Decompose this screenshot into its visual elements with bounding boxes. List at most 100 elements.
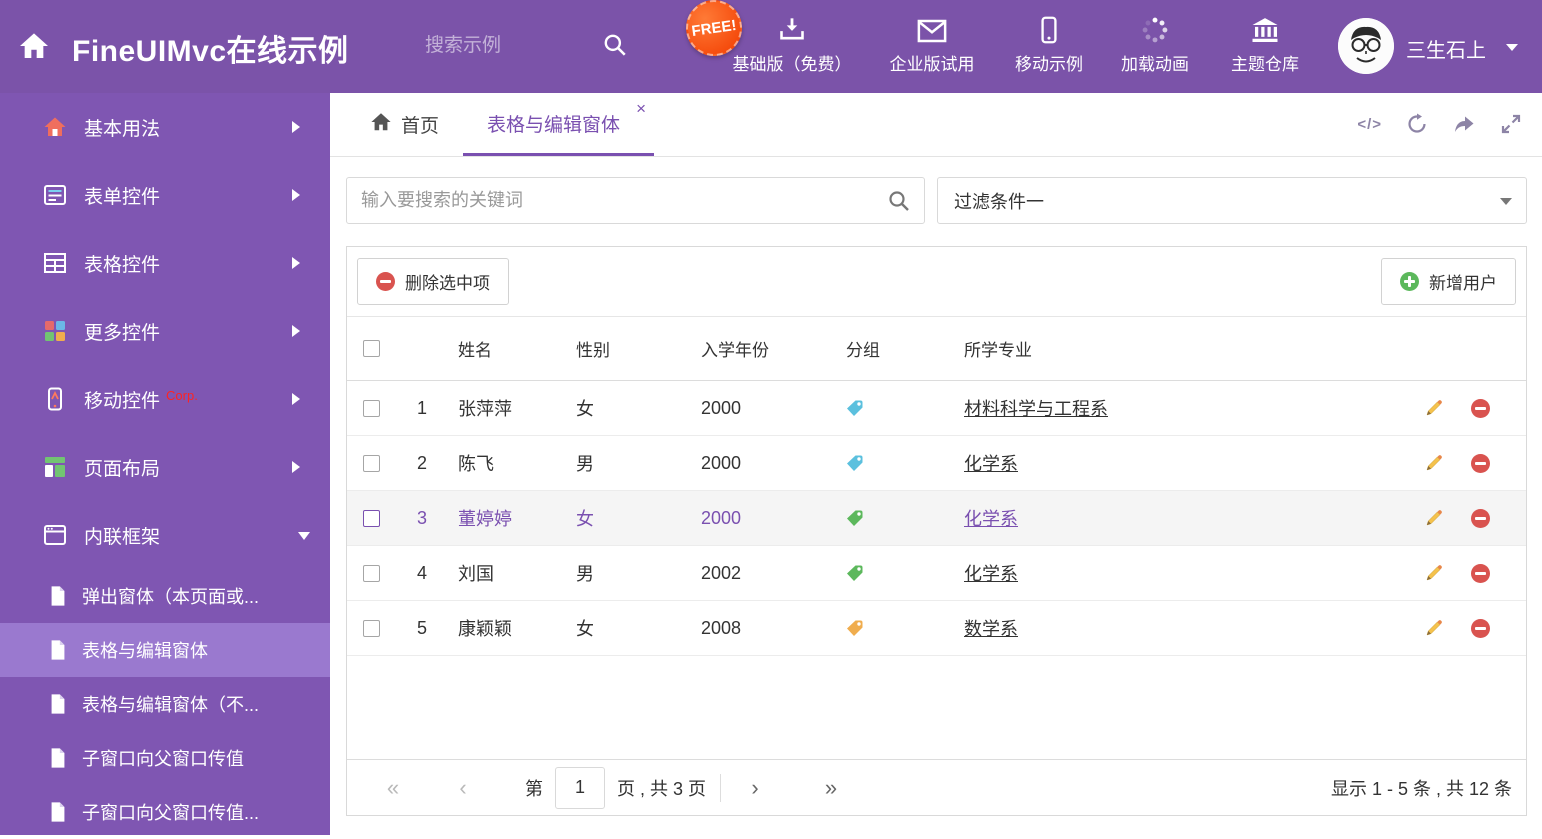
sidebar-subitem-grid-edit-window-2[interactable]: 表格与编辑窗体（不... (0, 677, 330, 731)
nav-label: 企业版试用 (889, 55, 975, 74)
select-all-checkbox[interactable] (362, 340, 380, 357)
sidebar-subitem-grid-edit-window[interactable]: 表格与编辑窗体 (0, 623, 330, 677)
page-number-input[interactable] (555, 766, 605, 809)
nav-label: 加载动画 (1121, 55, 1189, 74)
download-icon (777, 14, 807, 44)
tag-icon[interactable] (845, 399, 864, 418)
table-row: 1 张萍萍 女 2000 材料科学与工程系 (347, 381, 1526, 436)
sidebar-subitem-child-to-parent-2[interactable]: 子窗口向父窗口传值... (0, 785, 330, 839)
filter-dropdown[interactable]: 过滤条件一 (937, 177, 1527, 224)
next-page-button[interactable]: › (737, 776, 773, 799)
mobile-icon (1040, 14, 1058, 44)
sidebar-item-grid-controls[interactable]: 表格控件 (0, 229, 330, 297)
table-row-selected: 3 董婷婷 女 2000 化学系 (347, 491, 1526, 546)
row-checkbox[interactable] (362, 564, 380, 582)
table-empty-space (347, 656, 1526, 759)
sidebar: 基本用法 表单控件 表格控件 更多控件 移动控件 Corp. 页面布局 内联框架… (0, 93, 330, 835)
file-icon (48, 747, 68, 769)
close-icon[interactable]: × (636, 100, 646, 117)
chevron-right-icon (292, 325, 306, 337)
header-nav-theme-store[interactable]: 主题仓库 (1218, 14, 1312, 75)
sidebar-item-form-controls[interactable]: 表单控件 (0, 161, 330, 229)
nav-label: 主题仓库 (1231, 55, 1299, 74)
file-icon (48, 639, 68, 661)
table-row: 2 陈飞 男 2000 化学系 (347, 436, 1526, 491)
bank-icon (1250, 14, 1280, 44)
chevron-right-icon (292, 121, 306, 133)
expand-icon[interactable] (1500, 113, 1522, 135)
tag-icon[interactable] (845, 564, 864, 583)
sidebar-subitem-child-to-parent[interactable]: 子窗口向父窗口传值 (0, 731, 330, 785)
row-checkbox[interactable] (362, 619, 380, 637)
chevron-down-icon (1500, 198, 1512, 211)
sidebar-item-iframe[interactable]: 内联框架 (0, 501, 330, 569)
row-checkbox[interactable] (362, 509, 380, 527)
delete-row-icon[interactable] (1471, 563, 1490, 583)
col-name: 姓名 (458, 341, 492, 360)
delete-row-icon[interactable] (1471, 618, 1490, 638)
edit-icon[interactable] (1424, 563, 1444, 583)
last-page-button[interactable]: » (813, 776, 849, 799)
header-nav-enterprise-trial[interactable]: 企业版试用 (872, 14, 992, 75)
header-search-input[interactable] (425, 24, 595, 68)
first-page-button[interactable]: « (375, 776, 411, 799)
major-link[interactable]: 化学系 (964, 564, 1018, 584)
nav-label: 移动示例 (1015, 55, 1083, 74)
header-nav-loading-animation[interactable]: 加载动画 (1112, 14, 1198, 75)
user-name[interactable]: 三生石上 (1406, 34, 1486, 63)
home-icon (370, 111, 392, 139)
table-row: 4 刘国 男 2002 化学系 (347, 546, 1526, 601)
header-nav-mobile-demo[interactable]: 移动示例 (1006, 14, 1092, 75)
tag-icon[interactable] (845, 454, 864, 473)
sidebar-item-more-controls[interactable]: 更多控件 (0, 297, 330, 365)
edit-icon[interactable] (1424, 453, 1444, 473)
refresh-icon[interactable] (1406, 113, 1428, 135)
prev-page-button[interactable]: ‹ (445, 776, 481, 799)
col-major: 所学专业 (964, 341, 1032, 360)
home-icon[interactable] (18, 30, 50, 67)
chevron-down-icon[interactable] (1506, 44, 1518, 57)
corp-badge: Corp. (166, 387, 198, 403)
delete-row-icon[interactable] (1471, 398, 1490, 418)
tab-home[interactable]: 首页 (346, 93, 463, 156)
tag-icon[interactable] (845, 619, 864, 638)
avatar[interactable] (1338, 18, 1394, 74)
delete-selected-button[interactable]: 删除选中项 (357, 258, 509, 305)
major-link[interactable]: 化学系 (964, 454, 1018, 474)
sidebar-item-mobile-controls[interactable]: 移动控件 Corp. (0, 365, 330, 433)
tab-bar: 首页 表格与编辑窗体 × </> (330, 93, 1542, 157)
row-checkbox[interactable] (362, 454, 380, 472)
form-icon (42, 182, 68, 208)
page-label-before: 第 (525, 778, 543, 799)
edit-icon[interactable] (1424, 398, 1444, 418)
major-link[interactable]: 数学系 (964, 619, 1018, 639)
table-header: 姓名 性别 入学年份 分组 所学专业 (347, 317, 1526, 381)
delete-row-icon[interactable] (1471, 508, 1490, 528)
keyword-search-input[interactable] (347, 178, 924, 223)
sidebar-subitem-popup-window[interactable]: 弹出窗体（本页面或... (0, 569, 330, 623)
pagination-bar: « ‹ 第 页 , 共 3 页 › » 显示 1 - 5 条 , 共 12 条 (347, 759, 1526, 815)
row-checkbox[interactable] (362, 399, 380, 417)
tab-grid-edit-window[interactable]: 表格与编辑窗体 × (463, 93, 655, 156)
tag-icon[interactable] (845, 509, 864, 528)
sidebar-item-basic-usage[interactable]: 基本用法 (0, 93, 330, 161)
file-icon (48, 693, 68, 715)
major-link[interactable]: 材料科学与工程系 (964, 399, 1108, 419)
tab-toolbar: </> (1357, 113, 1522, 135)
header-nav-basic-edition[interactable]: 基础版（免费） (722, 14, 862, 75)
sidebar-item-page-layout[interactable]: 页面布局 (0, 433, 330, 501)
filter-dropdown-value: 过滤条件一 (954, 191, 1044, 212)
col-year: 入学年份 (701, 341, 769, 360)
search-icon[interactable] (602, 32, 628, 63)
major-link[interactable]: 化学系 (964, 509, 1018, 529)
spinner-icon (1141, 14, 1169, 44)
add-user-button[interactable]: 新增用户 (1381, 258, 1516, 305)
keyword-search-box (346, 177, 925, 224)
edit-icon[interactable] (1424, 508, 1444, 528)
edit-icon[interactable] (1424, 618, 1444, 638)
share-icon[interactable] (1452, 113, 1476, 135)
search-icon[interactable] (887, 189, 911, 218)
code-icon[interactable]: </> (1357, 116, 1382, 133)
delete-row-icon[interactable] (1471, 453, 1490, 473)
tab-label: 首页 (401, 116, 440, 137)
